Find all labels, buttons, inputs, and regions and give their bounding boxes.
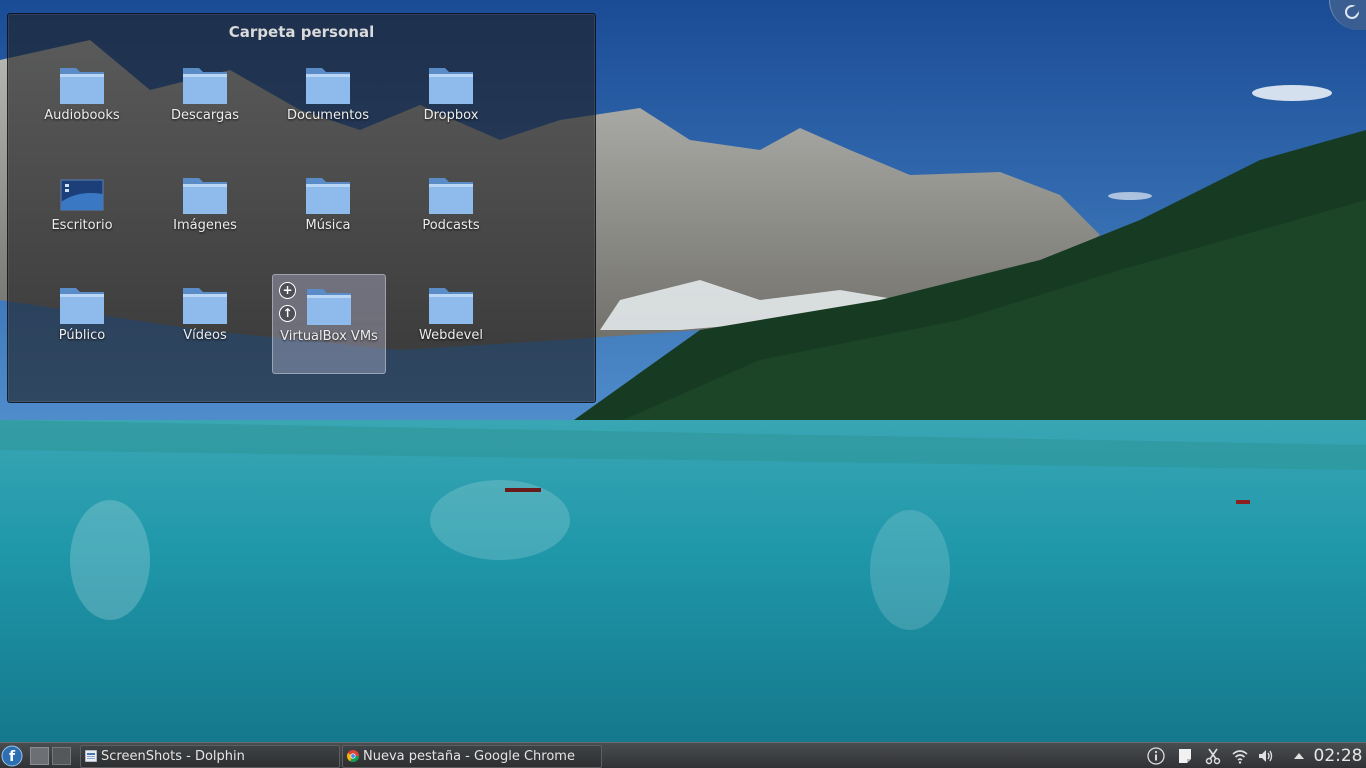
folder-item-escritorio[interactable]: Escritorio <box>26 166 138 264</box>
folder-label: Dropbox <box>423 108 479 123</box>
open-folder-icon[interactable]: ↑ <box>279 305 296 322</box>
scissors-icon[interactable] <box>1204 747 1222 765</box>
notes-icon[interactable] <box>1176 747 1194 765</box>
desktop: Carpeta personal Audiobooks Descargas Do… <box>0 0 1366 742</box>
folder-label: Escritorio <box>51 218 113 233</box>
folder-icon <box>306 178 350 214</box>
folder-item-podcasts[interactable]: Podcasts <box>395 166 507 264</box>
folder-item-documentos[interactable]: Documentos <box>272 56 384 154</box>
folder-view-widget: Carpeta personal Audiobooks Descargas Do… <box>7 13 596 403</box>
folder-item-webdevel[interactable]: Webdevel <box>395 276 507 374</box>
desktop-icon <box>60 179 104 211</box>
volume-icon[interactable] <box>1257 747 1275 765</box>
folder-icon <box>429 68 473 104</box>
task-chrome[interactable]: Nueva pestaña - Google Chrome <box>342 745 602 768</box>
folder-label: Audiobooks <box>44 108 120 123</box>
task-label: ScreenShots - Dolphin <box>101 749 245 764</box>
folder-view-title: Carpeta personal <box>228 23 375 41</box>
folder-icon <box>60 68 104 104</box>
folder-icon <box>306 68 350 104</box>
folder-label: Webdevel <box>419 328 483 343</box>
folder-item-imagenes[interactable]: Imágenes <box>149 166 261 264</box>
folder-label: VirtualBox VMs <box>280 329 378 344</box>
folder-icon <box>307 289 351 325</box>
svg-text:f: f <box>9 749 16 765</box>
desktop-1-pager[interactable] <box>30 747 49 765</box>
dolphin-icon <box>85 750 97 762</box>
fedora-launcher-icon[interactable]: f <box>1 745 24 767</box>
cashew-icon <box>1345 5 1359 19</box>
digital-clock[interactable]: 02:28 <box>1310 745 1366 767</box>
folder-label: Vídeos <box>183 328 227 343</box>
folder-item-musica[interactable]: Música <box>272 166 384 264</box>
task-label: Nueva pestaña - Google Chrome <box>363 749 575 764</box>
folder-item-dropbox[interactable]: Dropbox <box>395 56 507 154</box>
folder-label: Descargas <box>170 108 239 123</box>
desktop-toolbox-button[interactable] <box>1329 0 1366 30</box>
folder-icon <box>60 288 104 324</box>
folder-label: Podcasts <box>422 218 480 233</box>
desktop-2-pager[interactable] <box>52 747 71 765</box>
folder-icon <box>429 178 473 214</box>
folder-item-virtualbox-vms[interactable]: + ↑ VirtualBox VMs <box>272 274 386 374</box>
folder-icon <box>183 288 227 324</box>
folder-label: Público <box>58 328 106 343</box>
folder-label: Música <box>305 218 351 233</box>
taskbar-panel: f ScreenShots - Dolphin Nueva pestaña - … <box>0 742 1366 768</box>
pager-widget[interactable] <box>30 747 72 765</box>
folder-item-publico[interactable]: Público <box>26 276 138 374</box>
chrome-icon <box>347 750 359 762</box>
folder-item-audiobooks[interactable]: Audiobooks <box>26 56 138 154</box>
folder-label: Imágenes <box>173 218 237 233</box>
folder-icon <box>429 288 473 324</box>
folder-item-descargas[interactable]: Descargas <box>149 56 261 154</box>
tray-expand-icon[interactable] <box>1290 747 1308 765</box>
folder-icon <box>183 178 227 214</box>
task-dolphin[interactable]: ScreenShots - Dolphin <box>80 745 340 768</box>
wifi-icon[interactable] <box>1231 747 1249 765</box>
folder-icon <box>183 68 227 104</box>
folder-label: Documentos <box>286 108 370 123</box>
select-toggle-icon[interactable]: + <box>279 282 296 299</box>
info-icon[interactable] <box>1147 747 1165 765</box>
folder-item-videos[interactable]: Vídeos <box>149 276 261 374</box>
